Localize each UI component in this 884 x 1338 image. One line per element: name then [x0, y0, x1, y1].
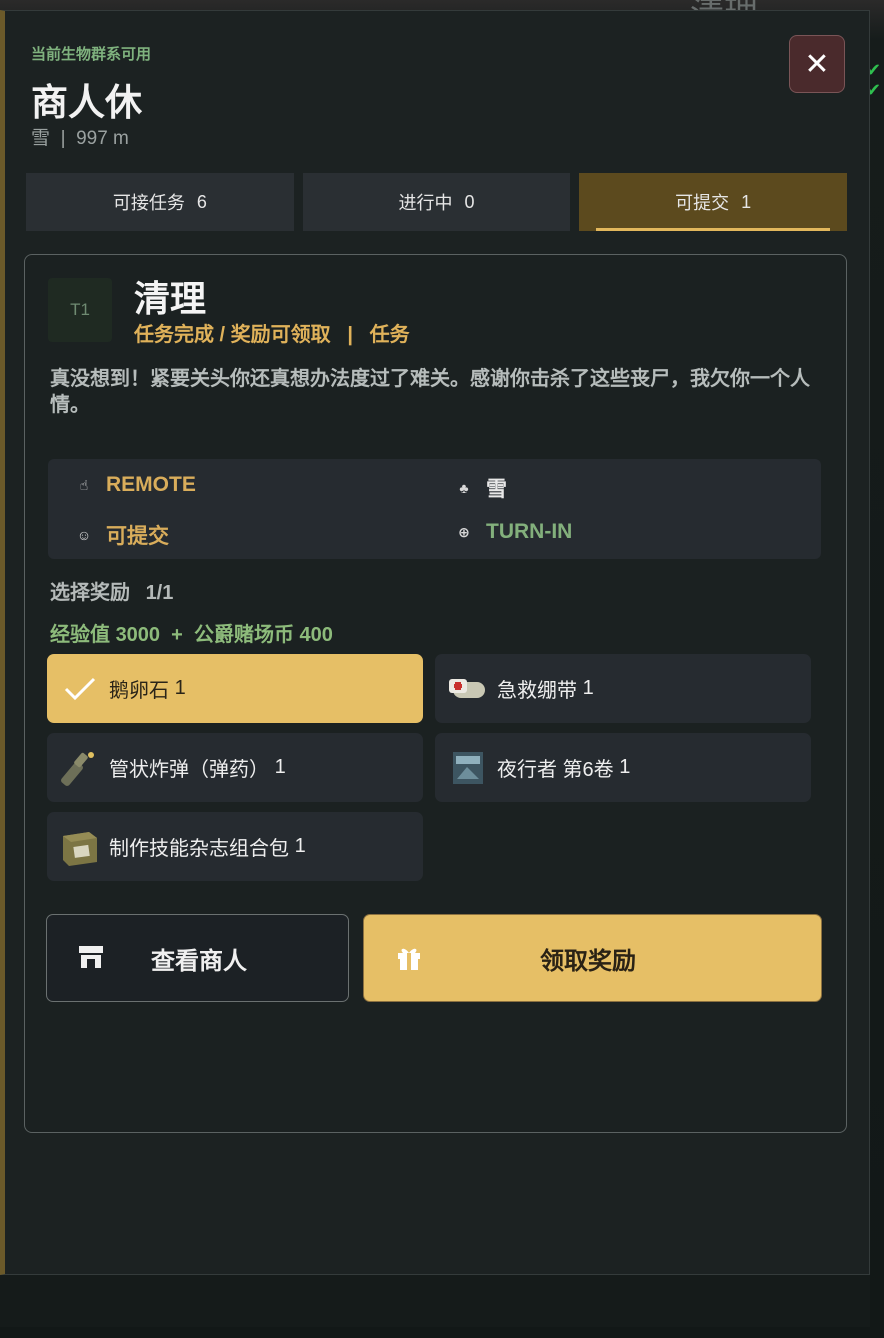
tab-label: 进行中 [398, 193, 453, 213]
info-range-value: REMOTE [106, 473, 196, 496]
crosshair-icon: ⊕ [458, 523, 470, 540]
tab-turn-in[interactable]: 可提交 1 [579, 173, 848, 231]
quest-category: 任务 [369, 324, 410, 346]
reward-name: 管状炸弹（弹药） [109, 759, 269, 781]
npc-biome: 雪 [31, 128, 51, 149]
biome-available-note: 当前生物群系可用 [31, 46, 152, 63]
reward-item-bandage[interactable]: 急救绷带 1 [435, 654, 811, 723]
magazine-icon [447, 747, 489, 789]
bandage-icon [447, 668, 489, 710]
view-merchant-label: 查看商人 [151, 947, 247, 975]
tab-count: 6 [196, 191, 207, 212]
reward-qty: 1 [294, 835, 306, 857]
pipe-bomb-icon [59, 747, 101, 789]
claim-reward-label: 领取奖励 [540, 947, 636, 975]
quest-description: 真没想到！紧要关头你还真想办法度过了难关。感谢你击杀了这些丧尸，我欠你一个人情。 [50, 368, 810, 416]
currency-value: 400 [299, 624, 333, 646]
reward-qty: 1 [619, 756, 631, 778]
claim-reward-button[interactable]: 领取奖励 [363, 914, 822, 1002]
reward-qty: 1 [174, 677, 186, 699]
reward-item-pipe-bomb[interactable]: 管状炸弹（弹药） 1 [47, 733, 423, 802]
tab-in-progress[interactable]: 进行中 0 [302, 173, 571, 231]
info-biome: ♣ 雪 [454, 473, 507, 503]
reward-name: 夜行者 第6卷 [497, 759, 614, 781]
info-state: ☺ 可提交 [74, 520, 169, 550]
reward-summary: 经验值 3000 + 公爵赌场币 400 [50, 618, 333, 647]
check-icon [59, 668, 101, 710]
tree-icon: ♣ [459, 480, 469, 496]
gift-icon [396, 945, 422, 971]
info-objective-value: TURN-IN [486, 520, 573, 543]
tab-label: 可接任务 [112, 193, 185, 213]
reward-select-count: 1/1 [145, 582, 174, 604]
npc-name: 商人休 [31, 82, 142, 123]
xp-label: 经验值 [50, 624, 110, 646]
reward-name: 鹅卵石 [109, 680, 169, 702]
close-icon: ✕ [804, 47, 830, 81]
hand-icon: ☝ [79, 476, 89, 493]
reward-item-night-stalker-vol6[interactable]: 夜行者 第6卷 1 [435, 733, 811, 802]
reward-item-crafting-magazine-bundle[interactable]: 制作技能杂志组合包 1 [47, 812, 423, 881]
xp-value: 3000 [115, 624, 161, 646]
face-icon: ☺ [76, 527, 92, 543]
quest-tier-badge: T1 [48, 278, 112, 342]
view-merchant-button[interactable]: 查看商人 [46, 914, 349, 1002]
crate-icon [59, 826, 101, 868]
info-range: ☝ REMOTE [74, 473, 196, 497]
reward-item-cobblestone[interactable]: 鹅卵石 1 [47, 654, 423, 723]
quest-status-text: 任务完成 / 奖励可领取 [134, 324, 331, 346]
quest-title: 清理 [134, 278, 207, 319]
tab-available[interactable]: 可接任务 6 [26, 173, 294, 231]
tab-count: 1 [741, 191, 752, 212]
info-biome-value: 雪 [486, 478, 507, 501]
tab-label: 可提交 [675, 193, 730, 213]
tab-count: 0 [464, 191, 475, 212]
reward-qty: 1 [582, 677, 594, 699]
store-icon [77, 944, 105, 972]
quest-tabs: 可接任务 6 进行中 0 可提交 1 [26, 173, 848, 231]
reward-name: 制作技能杂志组合包 [109, 838, 289, 860]
separator: | [336, 324, 365, 346]
currency-label: 公爵赌场币 [193, 624, 294, 646]
npc-distance: 997 m [76, 128, 129, 149]
quest-info-box: ☝ REMOTE ♣ 雪 ☺ 可提交 ⊕ TURN-IN [48, 459, 821, 559]
plus-sign: + [165, 624, 189, 646]
panel-footer [0, 1275, 870, 1327]
info-state-value: 可提交 [106, 525, 169, 548]
info-objective: ⊕ TURN-IN [454, 520, 572, 544]
separator: | [55, 128, 71, 149]
reward-qty: 1 [274, 756, 286, 778]
reward-select-label: 选择奖励 [50, 582, 130, 604]
npc-location-meta: 雪 | 997 m [31, 123, 129, 150]
reward-select-header: 选择奖励 1/1 [50, 576, 173, 605]
close-button[interactable]: ✕ [789, 35, 845, 93]
reward-name: 急救绷带 [497, 680, 577, 702]
quest-status: 任务完成 / 奖励可领取 | 任务 [134, 318, 410, 347]
